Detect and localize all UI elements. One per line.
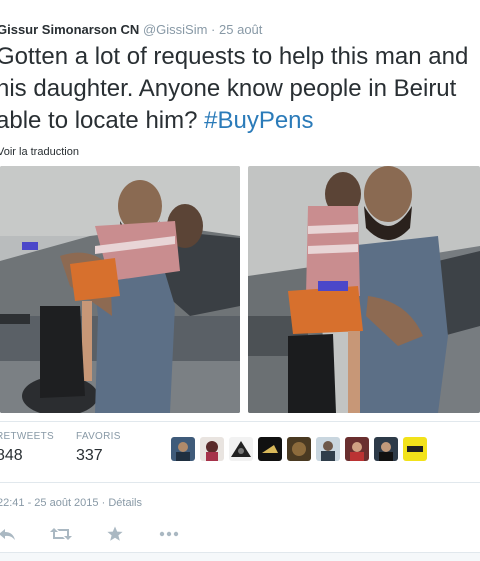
avatar[interactable]	[258, 437, 282, 461]
avatar[interactable]	[374, 437, 398, 461]
favorites-stat[interactable]: FAVORIS 337	[76, 431, 121, 465]
avatar[interactable]	[287, 437, 311, 461]
tweet-actions	[0, 525, 212, 543]
reply-icon[interactable]	[0, 525, 18, 543]
more-icon[interactable]	[158, 525, 180, 543]
photo-man-holding-daughter-1	[0, 166, 240, 413]
avatar[interactable]	[229, 437, 253, 461]
details-link[interactable]: Détails	[108, 497, 142, 509]
header-separator: ·	[211, 22, 216, 37]
favorited-by-avatars	[171, 437, 427, 461]
translate-link[interactable]: Voir la traduction	[0, 146, 79, 158]
timestamp-separator: ·	[101, 497, 106, 509]
avatar[interactable]	[345, 437, 369, 461]
timestamp-value[interactable]: 22:41 - 25 août 2015	[0, 497, 99, 509]
divider-top	[0, 421, 480, 422]
retweets-stat[interactable]: RETWEETS 848	[0, 431, 54, 465]
favorites-count: 337	[76, 447, 103, 464]
favorites-label: FAVORIS	[76, 431, 121, 442]
retweets-label: RETWEETS	[0, 431, 54, 442]
retweet-icon[interactable]	[50, 525, 72, 543]
tweet-photo-1[interactable]	[0, 166, 240, 413]
tweet-card: Gissur Simonarson CN @GissiSim · 25 août…	[0, 0, 480, 561]
bottom-strip	[0, 552, 480, 561]
tweet-header: Gissur Simonarson CN @GissiSim · 25 août	[0, 22, 262, 37]
tweet-text: Gotten a lot of requests to help this ma…	[0, 41, 480, 137]
tweet-photo-2[interactable]	[248, 166, 480, 413]
favorite-icon[interactable]	[104, 525, 126, 543]
avatar[interactable]	[200, 437, 224, 461]
divider-middle	[0, 482, 480, 483]
avatar[interactable]	[403, 437, 427, 461]
tweet-timestamp: 22:41 - 25 août 2015 · Détails	[0, 497, 142, 509]
avatar[interactable]	[316, 437, 340, 461]
retweets-count: 848	[0, 447, 23, 464]
photo-man-holding-daughter-2	[248, 166, 480, 413]
avatar[interactable]	[171, 437, 195, 461]
author-handle[interactable]: @GissiSim	[143, 22, 207, 37]
author-name[interactable]: Gissur Simonarson CN	[0, 22, 139, 37]
hashtag-link[interactable]: #BuyPens	[204, 107, 313, 134]
tweet-time[interactable]: 25 août	[219, 22, 262, 37]
